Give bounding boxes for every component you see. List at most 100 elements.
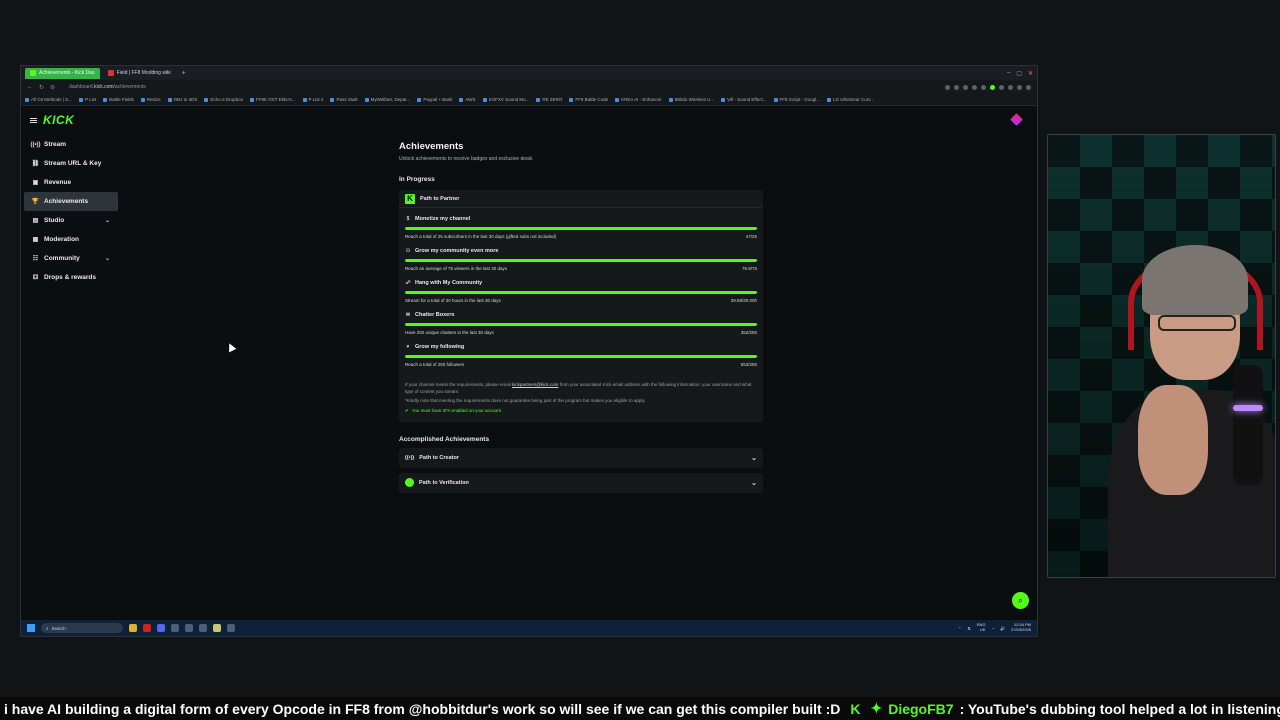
new-tab-button[interactable]: +: [179, 70, 189, 77]
bookmark-item[interactable]: Paypal + Bank: [417, 97, 452, 102]
bookmark-item[interactable]: LG UltraGear Curv...: [827, 97, 874, 102]
extension-icon[interactable]: [954, 84, 959, 90]
bookmark-item[interactable]: 8Bitdo Wireless U...: [668, 97, 715, 102]
taskbar-search[interactable]: ⌕ Search: [41, 623, 123, 633]
studio-icon: ▤: [32, 218, 39, 224]
in-progress-heading: In Progress: [399, 176, 435, 183]
file-explorer-icon[interactable]: [129, 624, 137, 632]
bookmark-item[interactable]: AWS: [459, 97, 476, 102]
support-chat-button[interactable]: ⌕: [1012, 592, 1029, 609]
language-indicator[interactable]: ENG UK: [977, 622, 986, 633]
hamburger-menu-icon[interactable]: [30, 117, 37, 123]
sidebar-item-revenue[interactable]: ▣ Revenue: [24, 173, 118, 192]
partner-email-link[interactable]: kickpartners@kick.com: [512, 382, 558, 387]
clock[interactable]: 12:34 PM 27/03/2026: [1011, 622, 1031, 633]
bookmark-item[interactable]: Battle Fields: [103, 97, 134, 102]
bookmark-item[interactable]: FF8 Script - Googl...: [773, 97, 820, 102]
site-info-icon[interactable]: ⊜: [50, 84, 55, 91]
bookmark-item[interactable]: P List: [78, 97, 96, 102]
bookmark-item[interactable]: FF8K OST Ekko's...: [249, 97, 296, 102]
extension-icon[interactable]: [981, 84, 986, 90]
card-header[interactable]: K Path to Partner: [399, 190, 763, 208]
goal-value: 39.59/30.00h: [730, 298, 757, 303]
community-icon: ☷: [32, 256, 39, 262]
extension-icon[interactable]: [999, 84, 1004, 90]
sidebar-item-community[interactable]: ☷ Community ⌄: [24, 249, 118, 268]
wiki-favicon-icon: [107, 70, 114, 76]
url-path: /achievements: [113, 84, 146, 90]
sidebar-item-achievements[interactable]: 🏆 Achievements: [24, 192, 118, 211]
chevron-down-icon[interactable]: ⌄: [751, 479, 757, 487]
app-icon[interactable]: [199, 624, 207, 632]
bookmark-favicon-icon: [482, 97, 487, 102]
user-avatar-icon[interactable]: [1010, 113, 1023, 126]
tab-ff8-wiki[interactable]: Field | FF8 Modding wiki: [103, 68, 176, 79]
extension-icon[interactable]: [972, 84, 977, 90]
extension-icon[interactable]: [945, 84, 950, 90]
bookmark-item[interactable]: Pass Vault: [330, 97, 358, 102]
chevron-down-icon[interactable]: ⌄: [105, 217, 110, 224]
bookmark-favicon-icon: [668, 97, 673, 102]
accordion-path-to-verification[interactable]: Path to Verification ⌄: [399, 472, 763, 493]
bookmark-item[interactable]: Vill - Sound Effect...: [721, 97, 767, 102]
hands: [1138, 385, 1208, 495]
chevron-down-icon[interactable]: ⌄: [105, 255, 110, 262]
trophy-icon: 🏆: [31, 199, 40, 205]
extension-icon[interactable]: [1008, 84, 1013, 90]
sidebar-item-stream-url-key[interactable]: ⛓ Stream URL & Key: [24, 154, 118, 173]
chevron-up-icon[interactable]: ⌃: [958, 626, 961, 631]
sidebar-item-studio[interactable]: ▤ Studio ⌄: [24, 211, 118, 230]
tab-achievements[interactable]: Achievements - Kick Das: [25, 67, 100, 79]
bookmark-item[interactable]: P List 2: [302, 97, 323, 102]
chevron-down-icon[interactable]: ⌄: [751, 454, 757, 462]
bookmark-item[interactable]: OBJ to 3DS: [167, 97, 197, 102]
bookmark-favicon-icon: [204, 97, 209, 102]
stream-scene: Achievements - Kick Das Field | FF8 Modd…: [0, 0, 1280, 720]
chat-ticker: i have AI building a digital form of eve…: [0, 697, 1280, 720]
menu-icon[interactable]: [1026, 84, 1031, 90]
sidebar-item-stream[interactable]: ((•)) Stream: [24, 135, 118, 154]
bookmark-item[interactable]: KOFXV Sound Mo...: [482, 97, 529, 102]
back-icon[interactable]: ←: [27, 84, 33, 90]
bookmark-item[interactable]: Resize: [140, 97, 161, 102]
sidebar-item-label: Achievements: [44, 198, 89, 205]
goal-list: $ Monetize my channel Reach a total of 25 …: [399, 208, 763, 382]
sidebar-item-drops-rewards[interactable]: ⚃ Drops & rewards: [24, 268, 118, 287]
sidebar-item-label: Stream URL & Key: [44, 160, 102, 167]
windows-start-icon[interactable]: [27, 624, 35, 632]
extension-icon[interactable]: [963, 84, 968, 90]
notes-icon[interactable]: [213, 624, 221, 632]
bookmark-item[interactable]: All C8 Methods | S...: [25, 97, 72, 102]
minimize-icon[interactable]: –: [1007, 70, 1010, 77]
goal-value: 47/25: [745, 234, 757, 239]
kick-extension-icon[interactable]: [990, 84, 995, 90]
opera-icon[interactable]: [143, 624, 151, 632]
extension-icon[interactable]: [1017, 84, 1022, 90]
bookmark-item[interactable]: MyWelfare, Depar...: [364, 97, 410, 102]
bookmark-label: 8Bitdo Wireless U...: [674, 97, 715, 102]
path-to-partner-card: K Path to Partner $ Monetize my channel Re…: [399, 190, 763, 422]
bookmark-favicon-icon: [417, 97, 422, 102]
bookmark-label: Battle Fields: [109, 97, 134, 102]
app-icon[interactable]: [185, 624, 193, 632]
app-icon[interactable]: [171, 624, 179, 632]
maximize-icon[interactable]: ▢: [1016, 70, 1022, 77]
goal-details: Reach a total of 25 subscribers in the l…: [405, 234, 757, 239]
discord-icon[interactable]: [157, 624, 165, 632]
bookmark-item[interactable]: FF8 Battle Code: [569, 97, 608, 102]
close-icon[interactable]: ✕: [1028, 70, 1033, 77]
goal-title-row: $ Monetize my channel: [405, 216, 757, 222]
settings-icon[interactable]: [227, 624, 235, 632]
accordion-path-to-creator[interactable]: ((•)) Path to Creator ⌄: [399, 447, 763, 468]
reload-icon[interactable]: ↻: [39, 84, 44, 91]
volume-icon[interactable]: 🔊: [1000, 626, 1005, 631]
address-bar[interactable]: dashboard.kick.com/achievements: [69, 84, 146, 90]
bookmark-item[interactable]: Echo-3 Dropbox: [204, 97, 243, 102]
partner-note: If your channel meets the requirements, …: [399, 382, 763, 396]
bookmark-item[interactable]: KREA AI - Enhancer: [615, 97, 662, 102]
network-icon[interactable]: ⇅: [968, 626, 971, 631]
bookmark-item[interactable]: RE ZERO: [536, 97, 562, 102]
kick-logo[interactable]: KICK: [43, 113, 74, 127]
sidebar-item-moderation[interactable]: ▦ Moderation: [24, 230, 118, 249]
wifi-icon[interactable]: ◔: [992, 626, 994, 631]
